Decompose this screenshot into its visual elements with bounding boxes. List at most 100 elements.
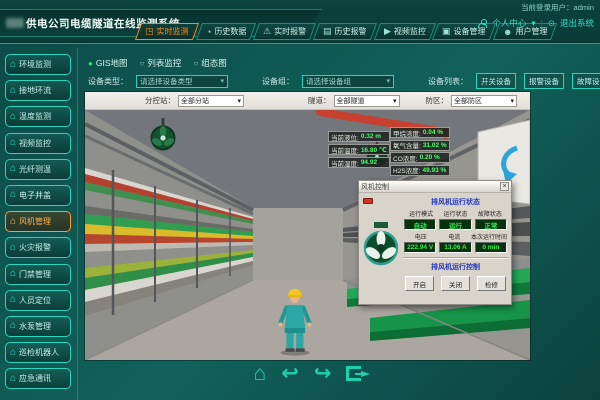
sidebar-item-fan-manage[interactable]: ⌂风机管理 bbox=[5, 211, 71, 232]
dialog-titlebar[interactable]: 风机控制 × bbox=[359, 181, 511, 193]
sidebar-item-label: 接地环流 bbox=[19, 85, 51, 96]
redacted-region bbox=[6, 18, 24, 28]
forward-icon[interactable]: ↪ bbox=[314, 363, 332, 384]
sidebar-item-personnel-location[interactable]: ⌂人员定位 bbox=[5, 290, 71, 311]
tunnel-end-wall bbox=[253, 208, 343, 280]
select-value: 全部防区 bbox=[454, 96, 482, 106]
sidebar-item-fiber-temp[interactable]: ⌂光纤测温 bbox=[5, 159, 71, 180]
fan-graphic-panel bbox=[362, 196, 400, 297]
radio-gis-map[interactable]: ●GIS地图 bbox=[88, 57, 128, 69]
history-data-icon: ◔ bbox=[206, 27, 211, 37]
run-state-value: 运行 bbox=[439, 219, 471, 230]
tab-history-alarm[interactable]: ▤历史报警 bbox=[313, 23, 377, 40]
fault-device-button[interactable]: 故障设备 bbox=[572, 73, 600, 89]
fan-control-section-title: 排风机运行控制 bbox=[403, 262, 508, 272]
readout-oxygen: 氧气含量:31.02 % bbox=[390, 140, 450, 151]
chevron-down-icon: ▾ bbox=[393, 97, 397, 105]
personal-center-link[interactable]: 个人中心 bbox=[492, 17, 526, 29]
run-mode-value: 自动 bbox=[404, 219, 436, 230]
sensor-readouts-left: 当前液位:0.32 m 当前温度:16.80 ℃ 当前湿度:94.92 bbox=[328, 131, 390, 168]
readout-liquid-level: 当前液位:0.32 m bbox=[328, 131, 390, 142]
tab-label: 实时监测 bbox=[157, 26, 189, 37]
sidebar-item-label: 应急通讯 bbox=[19, 373, 51, 384]
logout-link[interactable]: 退出系统 bbox=[560, 17, 594, 29]
sidebar-item-label: 光纤测温 bbox=[19, 164, 51, 175]
sidebar-item-inspection-robot[interactable]: ⌂巡检机器人 bbox=[5, 342, 71, 363]
fan-icon bbox=[362, 196, 400, 292]
chevron-down-icon: ▾ bbox=[386, 77, 390, 85]
device-group-select[interactable]: 请选择设备组 ▾ bbox=[302, 75, 394, 88]
app-root: 供电公司电缆隧道在线监测系统 ◳实时监测 ◔历史数据 ⚠实时报警 ▤历史报警 ▶… bbox=[0, 0, 600, 400]
radio-list-monitor[interactable]: ○列表监控 bbox=[140, 57, 182, 69]
header: 供电公司电缆隧道在线监测系统 ◳实时监测 ◔历史数据 ⚠实时报警 ▤历史报警 ▶… bbox=[0, 0, 600, 44]
tab-realtime-monitor[interactable]: ◳实时监测 bbox=[135, 23, 199, 40]
device-type-label: 设备类型： bbox=[88, 76, 128, 87]
station-select[interactable]: 全部分站 ▾ bbox=[178, 95, 244, 107]
radio-off-icon: ○ bbox=[193, 59, 198, 68]
fan-start-button[interactable]: 开启 bbox=[405, 276, 434, 291]
exit-icon[interactable] bbox=[346, 366, 361, 381]
scene-toolbar: 分控站： 全部分站▾ 隧道： 全部隧道▾ 防区： 全部防区▾ bbox=[85, 92, 530, 110]
home-icon: ⌂ bbox=[10, 321, 16, 331]
radio-label: 组态图 bbox=[201, 57, 227, 69]
zone-select[interactable]: 全部防区 ▾ bbox=[451, 95, 517, 107]
dialog-title: 风机控制 bbox=[361, 182, 389, 192]
sidebar-item-label: 电子井盖 bbox=[19, 190, 51, 201]
select-value: 全部分站 bbox=[181, 96, 209, 106]
station-label: 分控站： bbox=[145, 95, 175, 106]
home-icon: ⌂ bbox=[10, 86, 16, 96]
sidebar-item-manhole-cover[interactable]: ⌂电子井盖 bbox=[5, 185, 71, 206]
fan-stop-button[interactable]: 关闭 bbox=[441, 276, 470, 291]
chevron-down-icon: ▾ bbox=[237, 97, 241, 105]
tunnel-viewport[interactable]: 分控站： 全部分站▾ 隧道： 全部隧道▾ 防区： 全部防区▾ bbox=[85, 92, 530, 360]
metric-label: 本次运行时间 bbox=[471, 232, 507, 241]
fan-maintain-button[interactable]: 检修 bbox=[477, 276, 506, 291]
home-icon: ⌂ bbox=[10, 217, 16, 227]
switch-device-button[interactable]: 开关设备 bbox=[476, 73, 516, 89]
device-list-label: 设备列表： bbox=[428, 76, 468, 87]
sidebar-item-label: 温度监测 bbox=[19, 111, 51, 122]
tab-video-monitor[interactable]: ▶视频监控 bbox=[373, 23, 435, 40]
readout-temperature: 当前温度:16.80 ℃ bbox=[328, 144, 390, 155]
chevron-down-icon: ▾ bbox=[510, 97, 514, 105]
sidebar-item-temp-monitor[interactable]: ⌂温度监测 bbox=[5, 106, 71, 127]
fan-status-led bbox=[363, 198, 373, 204]
sidebar-item-video-monitor[interactable]: ⌂视频监控 bbox=[5, 133, 71, 154]
home-icon: ⌂ bbox=[10, 243, 16, 253]
tab-realtime-alarm[interactable]: ⚠实时报警 bbox=[253, 23, 316, 40]
tab-history-data[interactable]: ◔历史数据 bbox=[195, 23, 256, 40]
logged-in-user: 当前登录用户：admin bbox=[478, 2, 594, 13]
device-type-select[interactable]: 请选择设备类型 ▾ bbox=[136, 75, 228, 88]
sidebar-item-ground-current[interactable]: ⌂接地环流 bbox=[5, 80, 71, 101]
sidebar-item-access-control[interactable]: ⌂门禁管理 bbox=[5, 264, 71, 285]
home-icon: ⌂ bbox=[10, 164, 16, 174]
status-label: 故障状态 bbox=[473, 209, 507, 218]
back-icon[interactable]: ↩ bbox=[281, 363, 299, 384]
home-icon: ⌂ bbox=[10, 190, 16, 200]
sidebar-item-label: 环境监测 bbox=[19, 59, 51, 70]
radio-label: 列表监控 bbox=[147, 57, 181, 69]
tab-label: 历史报警 bbox=[335, 26, 367, 37]
view-mode-radios: ●GIS地图 ○列表监控 ○组态图 bbox=[88, 57, 227, 69]
radio-label: GIS地图 bbox=[96, 57, 128, 69]
sidebar-item-fire-alarm[interactable]: ⌂火灾报警 bbox=[5, 237, 71, 258]
history-alarm-icon: ▤ bbox=[323, 26, 332, 37]
home-icon: ⌂ bbox=[10, 348, 16, 358]
radio-scada-diagram[interactable]: ○组态图 bbox=[193, 57, 226, 69]
user-area: 当前登录用户：admin 个人中心 ▾ | ⊙ 退出系统 bbox=[478, 2, 594, 29]
device-filter-bar: 设备类型： 请选择设备类型 ▾ 设备组： 请选择设备组 ▾ 设备列表： 开关设备… bbox=[88, 73, 600, 89]
tab-label: 实时报警 bbox=[274, 26, 306, 37]
readout-methane: 甲烷浓度:0.04 % bbox=[390, 127, 450, 138]
sidebar-item-label: 水泵管理 bbox=[19, 321, 51, 332]
realtime-monitor-icon: ◳ bbox=[145, 26, 154, 37]
home-icon: ⌂ bbox=[10, 374, 16, 384]
close-icon[interactable]: × bbox=[500, 182, 509, 191]
fan-status-section-title: 排风机运行状态 bbox=[403, 197, 508, 207]
home-icon: ⌂ bbox=[10, 60, 16, 70]
sidebar-item-env-monitor[interactable]: ⌂环境监测 bbox=[5, 54, 71, 75]
alarm-device-button[interactable]: 报警设备 bbox=[524, 73, 564, 89]
sidebar-item-pump-manage[interactable]: ⌂水泵管理 bbox=[5, 316, 71, 337]
home-icon[interactable]: ⌂ bbox=[254, 363, 267, 384]
sidebar-item-emergency-comm[interactable]: ⌂应急通讯 bbox=[5, 368, 71, 389]
tunnel-select[interactable]: 全部隧道▾ bbox=[334, 95, 400, 107]
